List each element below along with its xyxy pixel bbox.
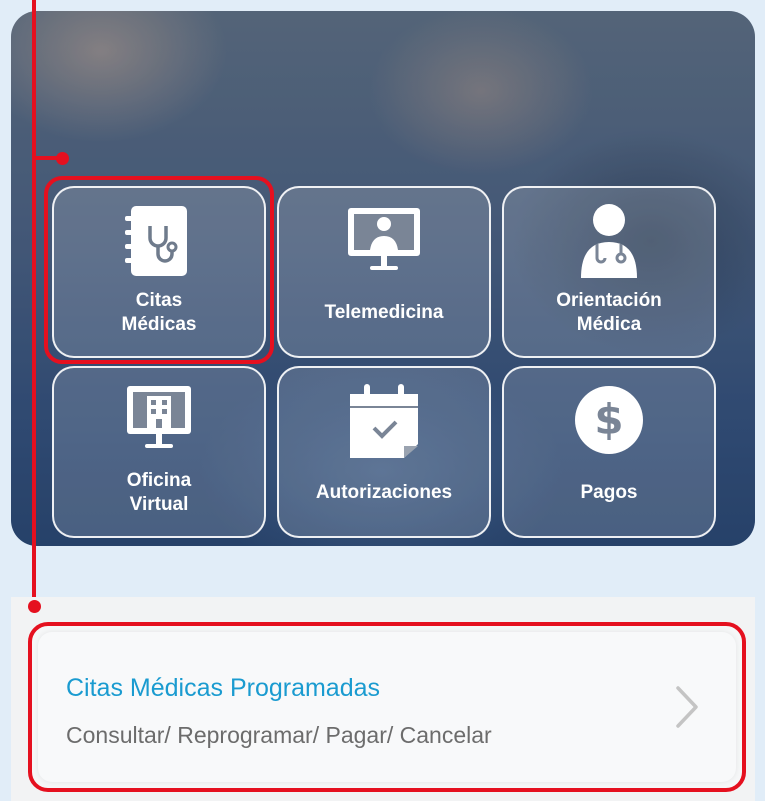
card-title: Citas Médicas Programadas — [66, 674, 381, 702]
doctor-monitor-icon — [344, 200, 424, 280]
card-surface — [38, 632, 736, 782]
tile-autorizaciones[interactable]: Autorizaciones — [277, 366, 491, 538]
card-subtitle: Consultar/ Reprogramar/ Pagar/ Cancelar — [66, 722, 492, 748]
dollar-circle-icon: $ — [569, 380, 649, 460]
tile-label: Pagos — [580, 482, 638, 503]
scheduled-appointments-card[interactable]: Citas Médicas Programadas Consultar/ Rep… — [28, 622, 746, 792]
chevron-right-icon[interactable] — [672, 682, 702, 732]
doctor-icon — [569, 200, 649, 280]
highlight-frame-citas — [44, 176, 274, 364]
tile-oficina-virtual[interactable]: Oficina Virtual — [52, 366, 266, 538]
tile-pagos[interactable]: $ Pagos — [502, 366, 716, 538]
tile-label: Autorizaciones — [315, 482, 453, 503]
tile-telemedicina[interactable]: Telemedicina — [277, 186, 491, 358]
tile-orientacion-medica[interactable]: Orientación Médica — [502, 186, 716, 358]
calendar-check-icon — [344, 380, 424, 460]
tile-label: Oficina Virtual — [126, 470, 192, 515]
annotation-connector-line — [32, 0, 36, 606]
annotation-dot-bottom — [28, 600, 41, 613]
building-monitor-icon — [119, 380, 199, 460]
tile-label: Orientación Médica — [556, 290, 662, 335]
tile-label: Telemedicina — [324, 302, 444, 323]
annotation-dot-top — [56, 152, 69, 165]
svg-text:$: $ — [594, 395, 623, 444]
